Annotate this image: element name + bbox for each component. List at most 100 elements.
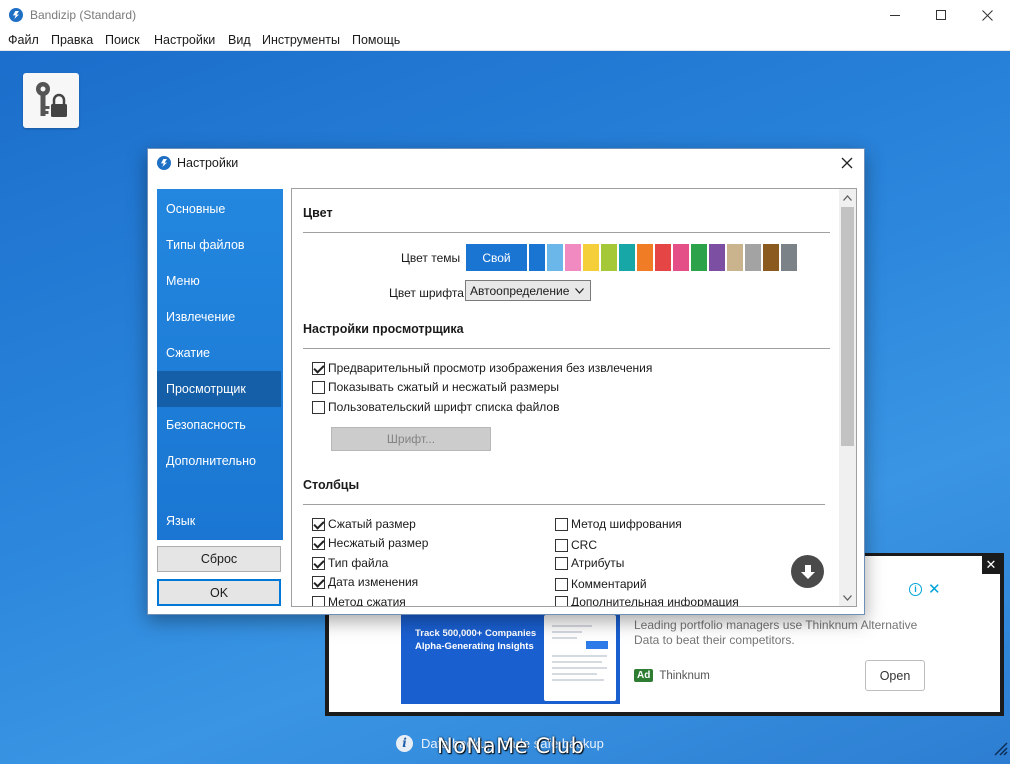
theme-color-swatch[interactable] bbox=[547, 244, 563, 271]
checkbox[interactable] bbox=[555, 595, 568, 606]
settings-panel: Цвет Цвет темы Свой Цвет шрифта Автоопре… bbox=[291, 188, 857, 607]
nav-item-security[interactable]: Безопасность bbox=[157, 407, 281, 443]
column-option-compressed-size[interactable]: Сжатый размер bbox=[312, 517, 416, 531]
close-window-button[interactable] bbox=[964, 0, 1010, 30]
ad-image[interactable]: Track 500,000+ Companies Alpha-Generatin… bbox=[401, 611, 620, 704]
ad-open-button[interactable]: Open bbox=[865, 660, 925, 691]
column-option-compression-method[interactable]: Метод сжатия bbox=[312, 595, 406, 607]
theme-color-swatch[interactable] bbox=[727, 244, 743, 271]
nav-item-extraction[interactable]: Извлечение bbox=[157, 299, 281, 335]
nav-item-menu[interactable]: Меню bbox=[157, 263, 281, 299]
scroll-down-arrow[interactable] bbox=[839, 589, 856, 606]
font-button[interactable]: Шрифт... bbox=[331, 427, 491, 451]
checkbox[interactable] bbox=[312, 361, 325, 375]
checkbox[interactable] bbox=[312, 575, 325, 589]
column-option-modified-date[interactable]: Дата изменения bbox=[312, 575, 418, 589]
theme-color-swatch[interactable] bbox=[781, 244, 797, 271]
ad-text: Leading portfolio managers use Thinknum … bbox=[634, 618, 918, 647]
settings-dialog: Настройки Основные Типы файлов Меню Извл… bbox=[147, 148, 865, 615]
section-divider bbox=[303, 348, 830, 349]
adchoices-close-icon[interactable]: ✕ bbox=[928, 580, 941, 598]
checkbox[interactable] bbox=[312, 517, 325, 531]
checkbox-label: Тип файла bbox=[328, 556, 389, 570]
bandizip-logo-icon bbox=[157, 156, 171, 170]
dialog-close-button[interactable] bbox=[836, 152, 858, 174]
theme-color-swatch[interactable] bbox=[691, 244, 707, 271]
checkbox-label: Дата изменения bbox=[328, 575, 419, 589]
menu-file[interactable]: Файл bbox=[8, 33, 39, 47]
ad-image-title: Track 500,000+ Companies Alpha-Generatin… bbox=[415, 628, 537, 652]
checkbox-label: Атрибуты bbox=[571, 556, 625, 570]
theme-color-swatch[interactable] bbox=[583, 244, 599, 271]
checkbox[interactable] bbox=[555, 577, 568, 591]
menu-search[interactable]: Поиск bbox=[105, 33, 140, 47]
section-title-columns: Столбцы bbox=[303, 478, 360, 492]
minimize-icon bbox=[890, 14, 900, 16]
menu-settings[interactable]: Настройки bbox=[154, 33, 215, 47]
menu-help[interactable]: Помощь bbox=[352, 33, 400, 47]
viewer-option-custom-font[interactable]: Пользовательский шрифт списка файлов bbox=[312, 400, 559, 414]
ad-close-button[interactable]: ✕ bbox=[982, 556, 1000, 574]
checkbox[interactable] bbox=[555, 538, 568, 552]
adchoices[interactable]: i ✕ bbox=[909, 580, 941, 598]
checkbox[interactable] bbox=[555, 556, 568, 570]
checkbox[interactable] bbox=[312, 400, 325, 414]
theme-color-swatch[interactable] bbox=[655, 244, 671, 271]
menu-view[interactable]: Вид bbox=[228, 33, 251, 47]
checkbox[interactable] bbox=[312, 380, 325, 394]
column-option-crc[interactable]: CRC bbox=[555, 538, 597, 552]
checkbox[interactable] bbox=[312, 536, 325, 550]
column-option-uncompressed-size[interactable]: Несжатый размер bbox=[312, 536, 428, 550]
menu-edit[interactable]: Правка bbox=[51, 33, 93, 47]
nav-item-language[interactable]: Язык bbox=[157, 503, 281, 539]
column-option-extra-info[interactable]: Дополнительная информация bbox=[555, 595, 739, 606]
column-option-encryption-method[interactable]: Метод шифрования bbox=[555, 517, 682, 531]
chevron-down-icon bbox=[575, 286, 584, 297]
scroll-thumb[interactable] bbox=[841, 207, 854, 446]
menu-tools[interactable]: Инструменты bbox=[262, 33, 340, 47]
font-color-select[interactable]: Автоопределение bbox=[465, 280, 591, 301]
vertical-scrollbar[interactable] bbox=[839, 189, 856, 606]
scroll-down-button[interactable] bbox=[791, 555, 824, 588]
viewer-option-preview-images[interactable]: Предварительный просмотр изображения без… bbox=[312, 361, 652, 375]
ad-screenshot bbox=[544, 615, 616, 701]
section-divider bbox=[303, 504, 825, 505]
theme-color-swatch[interactable] bbox=[619, 244, 635, 271]
theme-color-swatch[interactable] bbox=[763, 244, 779, 271]
settings-nav: Основные Типы файлов Меню Извлечение Сжа… bbox=[157, 189, 283, 540]
viewer-option-show-sizes[interactable]: Показывать сжатый и несжатый размеры bbox=[312, 380, 559, 394]
theme-color-custom-button[interactable]: Свой bbox=[466, 244, 527, 271]
theme-color-swatch[interactable] bbox=[529, 244, 545, 271]
nav-item-file-types[interactable]: Типы файлов bbox=[157, 227, 281, 263]
scroll-up-arrow[interactable] bbox=[839, 189, 856, 206]
checkbox[interactable] bbox=[312, 556, 325, 570]
reset-button[interactable]: Сброс bbox=[157, 546, 281, 572]
bandizip-logo-icon bbox=[9, 8, 23, 22]
checkbox[interactable] bbox=[555, 517, 568, 531]
nav-item-viewer[interactable]: Просмотрщик bbox=[157, 371, 281, 407]
theme-color-swatch[interactable] bbox=[601, 244, 617, 271]
checkbox-label: Метод сжатия bbox=[328, 595, 406, 607]
adchoices-info-icon[interactable]: i bbox=[909, 582, 922, 596]
nav-item-advanced[interactable]: Дополнительно bbox=[157, 443, 281, 479]
column-option-comment[interactable]: Комментарий bbox=[555, 577, 647, 591]
theme-color-swatch[interactable] bbox=[709, 244, 725, 271]
chevron-up-icon bbox=[843, 194, 852, 201]
checkbox-label: Сжатый размер bbox=[328, 517, 416, 531]
checkbox-label: Пользовательский шрифт списка файлов bbox=[328, 400, 560, 414]
nav-item-general[interactable]: Основные bbox=[157, 191, 281, 227]
column-option-file-type[interactable]: Тип файла bbox=[312, 556, 388, 570]
ok-button[interactable]: OK bbox=[157, 579, 281, 606]
theme-color-swatch[interactable] bbox=[673, 244, 689, 271]
minimize-button[interactable] bbox=[872, 0, 918, 30]
password-manager-tile[interactable] bbox=[23, 73, 79, 128]
theme-color-swatch[interactable] bbox=[745, 244, 761, 271]
theme-color-swatch[interactable] bbox=[565, 244, 581, 271]
column-option-attributes[interactable]: Атрибуты bbox=[555, 556, 624, 570]
nav-item-compression[interactable]: Сжатие bbox=[157, 335, 281, 371]
checkbox[interactable] bbox=[312, 595, 325, 606]
resize-grip-icon[interactable] bbox=[994, 742, 1008, 756]
maximize-button[interactable] bbox=[918, 0, 964, 30]
checkbox-label: CRC bbox=[571, 538, 597, 552]
theme-color-swatch[interactable] bbox=[637, 244, 653, 271]
